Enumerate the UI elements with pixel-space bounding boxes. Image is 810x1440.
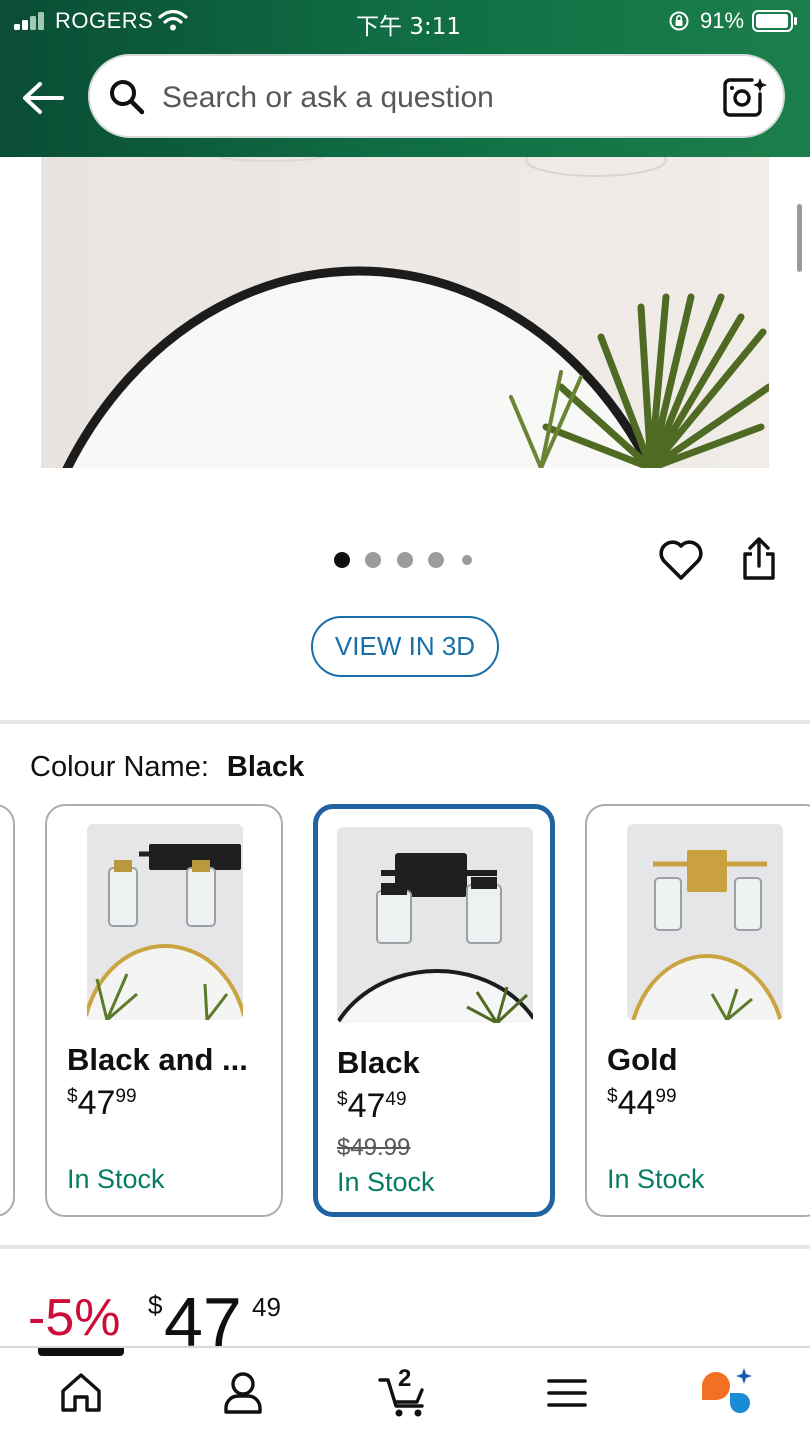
variant-name: Black <box>337 1045 420 1080</box>
account-icon[interactable] <box>216 1366 270 1420</box>
pagination-dot[interactable] <box>365 552 381 568</box>
variant-stock-status: In Stock <box>67 1164 165 1194</box>
variant-stock-status: In Stock <box>607 1164 705 1194</box>
product-photo-mirror <box>41 157 769 468</box>
variant-price-currency: $ <box>67 1086 78 1107</box>
pagination-dot[interactable] <box>462 555 472 565</box>
back-arrow-icon[interactable] <box>20 78 66 118</box>
section-divider <box>0 1245 810 1249</box>
variant-price-fraction: 99 <box>115 1086 137 1107</box>
status-time: 下午 3:11 <box>356 14 461 40</box>
orientation-lock-icon <box>669 11 689 31</box>
app-header: ROGERS 下午 3:11 91% <box>0 0 810 157</box>
heart-icon[interactable] <box>658 538 704 582</box>
product-image[interactable] <box>41 157 769 468</box>
search-bar[interactable] <box>88 54 785 138</box>
camera-lens-icon[interactable] <box>722 76 768 120</box>
status-bar: ROGERS 下午 3:11 91% <box>0 0 810 44</box>
variant-thumbnail <box>337 827 533 1023</box>
variant-card[interactable]: Black and ... $4799 In Stock <box>45 804 283 1217</box>
scroll-indicator[interactable] <box>797 204 802 272</box>
variant-price: $4749 <box>337 1087 407 1126</box>
variant-price-currency: $ <box>607 1086 618 1107</box>
variant-price-fraction: 49 <box>385 1089 407 1110</box>
rufus-assistant-icon[interactable] <box>700 1366 754 1420</box>
price-currency: $ <box>148 1290 163 1320</box>
wifi-icon <box>158 9 188 31</box>
search-input[interactable] <box>162 76 702 120</box>
variant-card-partial[interactable] <box>0 804 15 1217</box>
variant-name: Black and ... <box>67 1042 248 1077</box>
pagination-dot[interactable] <box>428 552 444 568</box>
cellular-signal-icon <box>14 12 48 30</box>
variant-price-whole: 47 <box>77 1084 116 1122</box>
discount-percentage: -5% <box>28 1289 121 1347</box>
price-fraction: 49 <box>252 1292 281 1322</box>
share-icon[interactable] <box>738 536 780 582</box>
variant-price-fraction: 99 <box>655 1086 677 1107</box>
pagination-dot[interactable] <box>397 552 413 568</box>
active-tab-indicator <box>38 1348 124 1356</box>
home-icon[interactable] <box>54 1366 108 1420</box>
variant-card-selected[interactable]: Black $4749 $49.99 In Stock <box>313 804 555 1217</box>
variant-was-price: $49.99 <box>337 1134 411 1161</box>
cart-item-count: 2 <box>398 1365 412 1392</box>
variant-price: $4799 <box>67 1084 137 1123</box>
battery-percentage: 91% <box>700 8 745 33</box>
variant-price: $4499 <box>607 1084 677 1123</box>
search-icon <box>110 80 145 115</box>
variant-card[interactable]: Gold $4499 In Stock <box>585 804 810 1217</box>
battery-icon <box>752 10 797 32</box>
colour-name-row: Colour Name: Black <box>30 751 304 784</box>
variant-price-whole: 47 <box>347 1087 386 1125</box>
colour-name-value: Black <box>226 751 305 783</box>
variant-price-whole: 44 <box>617 1084 656 1122</box>
variant-name: Gold <box>607 1042 678 1077</box>
colour-name-label: Colour Name: <box>30 751 209 783</box>
variant-thumbnail <box>87 824 243 1020</box>
variant-stock-status: In Stock <box>337 1167 435 1197</box>
variant-price-currency: $ <box>337 1089 348 1110</box>
menu-icon[interactable] <box>540 1366 594 1420</box>
section-divider <box>0 720 810 724</box>
pagination-dot-active[interactable] <box>334 552 350 568</box>
variant-thumbnail <box>627 824 783 1020</box>
carrier-name: ROGERS <box>55 8 154 33</box>
view-in-3d-button[interactable]: VIEW IN 3D <box>311 616 499 677</box>
